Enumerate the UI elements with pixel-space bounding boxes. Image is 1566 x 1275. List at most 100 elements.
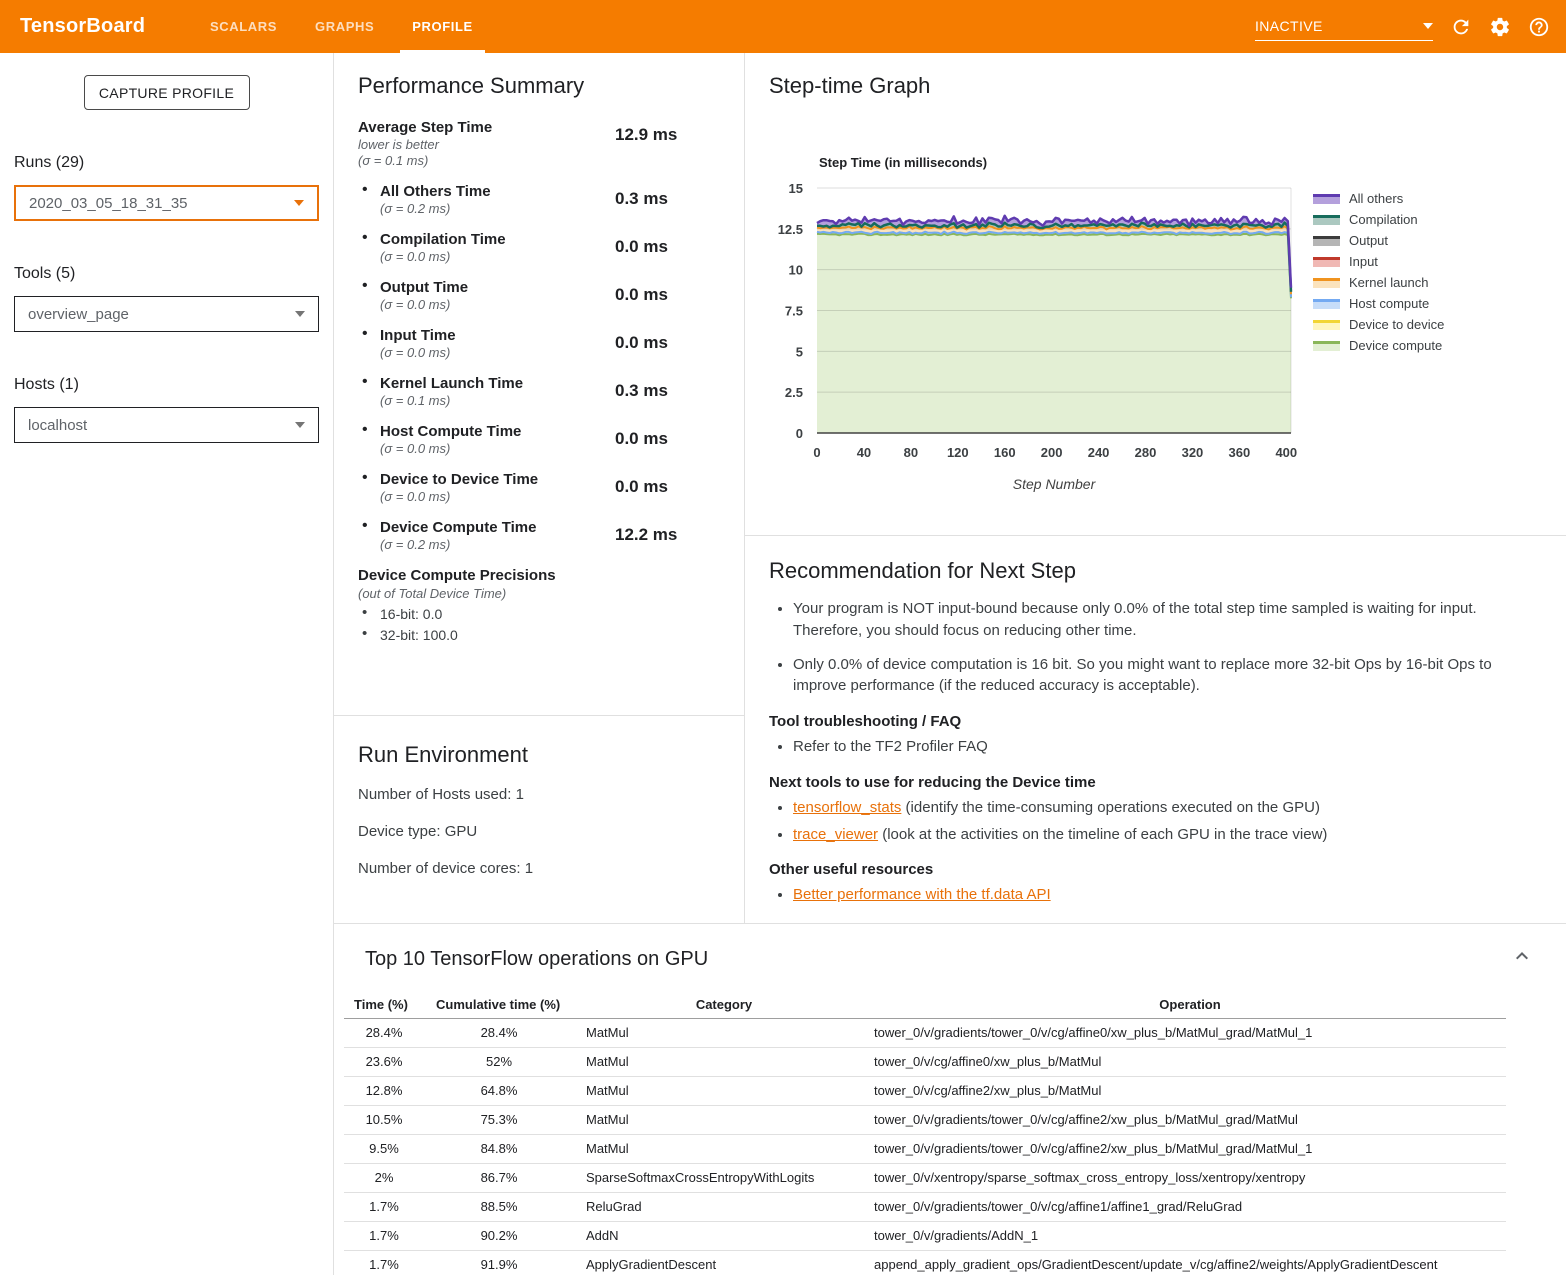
table-row: 9.5%84.8%MatMultower_0/v/gradients/tower… bbox=[344, 1134, 1506, 1163]
settings-gear-icon[interactable] bbox=[1489, 16, 1511, 38]
op-operation: append_apply_gradient_ops/GradientDescen… bbox=[874, 1250, 1506, 1275]
metric-sigma: (σ = 0.2 ms) bbox=[380, 201, 615, 216]
legend-swatch bbox=[1313, 215, 1340, 225]
op-cumulative: 86.7% bbox=[424, 1163, 574, 1192]
area-device-compute bbox=[817, 234, 1291, 433]
legend-item-device-compute: Device compute bbox=[1313, 335, 1444, 356]
metric-label: Average Step Time bbox=[358, 119, 615, 136]
performance-summary-section: Performance Summary Average Step Timelow… bbox=[334, 53, 744, 716]
op-time: 9.5% bbox=[344, 1134, 424, 1163]
op-category: AddN bbox=[574, 1221, 874, 1250]
perf-metric-kernel-launch-time: Kernel Launch Time(σ = 0.1 ms)0.3 ms bbox=[358, 375, 720, 408]
run-environment-title: Run Environment bbox=[358, 742, 720, 768]
chevron-down-icon bbox=[295, 422, 305, 428]
rec-item-text: (identify the time-consuming operations … bbox=[901, 799, 1320, 816]
metric-value: 0.0 ms bbox=[615, 333, 720, 360]
metric-sigma: (σ = 0.1 ms) bbox=[358, 153, 615, 168]
col-header-cumulative-time: Cumulative time (%) bbox=[424, 991, 574, 1018]
help-icon[interactable] bbox=[1528, 16, 1550, 38]
op-operation: tower_0/v/gradients/tower_0/v/cg/affine1… bbox=[874, 1192, 1506, 1221]
run-environment-section: Run Environment Number of Hosts used: 1 … bbox=[334, 716, 744, 923]
op-cumulative: 28.4% bbox=[424, 1018, 574, 1047]
perf-metric-compilation-time: Compilation Time(σ = 0.0 ms)0.0 ms bbox=[358, 231, 720, 264]
capture-profile-button[interactable]: CAPTURE PROFILE bbox=[84, 75, 250, 110]
tab-profile[interactable]: PROFILE bbox=[400, 0, 485, 53]
recommendation-section: Recommendation for Next Step Your progra… bbox=[745, 536, 1566, 906]
legend-item-output: Output bbox=[1313, 230, 1444, 251]
legend-swatch bbox=[1313, 341, 1340, 351]
rec-section-heading-tool-troubleshooting-faq: Tool troubleshooting / FAQ bbox=[769, 713, 1542, 730]
op-time: 10.5% bbox=[344, 1105, 424, 1134]
op-time: 1.7% bbox=[344, 1192, 424, 1221]
runs-select-value: 2020_03_05_18_31_35 bbox=[29, 195, 188, 212]
x-tick-label: 0 bbox=[813, 445, 820, 460]
op-cumulative: 64.8% bbox=[424, 1076, 574, 1105]
status-select-value: INACTIVE bbox=[1255, 18, 1323, 34]
metric-sigma: (σ = 0.0 ms) bbox=[380, 345, 615, 360]
metric-label: Output Time bbox=[380, 279, 615, 296]
op-category: ApplyGradientDescent bbox=[574, 1250, 874, 1275]
runs-select[interactable]: 2020_03_05_18_31_35 bbox=[14, 185, 319, 221]
perf-metric-label-block: Device Compute Time(σ = 0.2 ms) bbox=[358, 519, 615, 552]
link-better-performance-with-the-tf-data-api[interactable]: Better performance with the tf.data API bbox=[793, 886, 1051, 903]
op-cumulative: 84.8% bbox=[424, 1134, 574, 1163]
metric-label: All Others Time bbox=[380, 183, 615, 200]
perf-metric-label-block: Output Time(σ = 0.0 ms) bbox=[358, 279, 615, 312]
link-tensorflow-stats[interactable]: tensorflow_stats bbox=[793, 799, 901, 816]
app-header: TensorBoard SCALARS GRAPHS PROFILE INACT… bbox=[0, 0, 1566, 53]
metric-label: Input Time bbox=[380, 327, 615, 344]
legend-swatch bbox=[1313, 278, 1340, 288]
op-time: 1.7% bbox=[344, 1250, 424, 1275]
op-cumulative: 90.2% bbox=[424, 1221, 574, 1250]
x-tick-label: 80 bbox=[904, 445, 918, 460]
tools-select[interactable]: overview_page bbox=[14, 296, 319, 332]
tab-graphs[interactable]: GRAPHS bbox=[303, 0, 386, 53]
chart-legend: All othersCompilationOutputInputKernel l… bbox=[1313, 188, 1444, 356]
reload-icon[interactable] bbox=[1450, 16, 1472, 38]
collapse-chevron-up-icon[interactable] bbox=[1510, 944, 1534, 968]
op-time: 1.7% bbox=[344, 1221, 424, 1250]
y-tick-label: 2.5 bbox=[785, 385, 803, 400]
recommendation-bullet: Your program is NOT input-bound because … bbox=[793, 598, 1542, 642]
tools-group: Tools (5) overview_page bbox=[0, 265, 333, 332]
y-tick-label: 10 bbox=[789, 263, 803, 278]
legend-label: Output bbox=[1349, 233, 1388, 248]
x-tick-label: 400 bbox=[1275, 445, 1297, 460]
perf-metric-label-block: All Others Time(σ = 0.2 ms) bbox=[358, 183, 615, 216]
performance-summary-title: Performance Summary bbox=[358, 73, 720, 99]
op-cumulative: 52% bbox=[424, 1047, 574, 1076]
rec-section-item: trace_viewer (look at the activities on … bbox=[793, 824, 1542, 846]
op-time: 12.8% bbox=[344, 1076, 424, 1105]
legend-swatch bbox=[1313, 236, 1340, 246]
metric-value: 12.9 ms bbox=[615, 125, 720, 168]
rec-section-item: Better performance with the tf.data API bbox=[793, 884, 1542, 906]
top-ops-title: Top 10 TensorFlow operations on GPU bbox=[365, 948, 1536, 971]
legend-label: Device to device bbox=[1349, 317, 1444, 332]
device-cores-line: Number of device cores: 1 bbox=[358, 860, 720, 877]
link-trace-viewer[interactable]: trace_viewer bbox=[793, 826, 878, 843]
rec-item-text: (look at the activities on the timeline … bbox=[878, 826, 1327, 843]
legend-label: Kernel launch bbox=[1349, 275, 1429, 290]
op-operation: tower_0/v/gradients/tower_0/v/cg/affine0… bbox=[874, 1018, 1506, 1047]
hosts-select[interactable]: localhost bbox=[14, 407, 319, 443]
perf-metric-label-block: Device to Device Time(σ = 0.0 ms) bbox=[358, 471, 615, 504]
tools-select-value: overview_page bbox=[28, 306, 129, 323]
perf-metric-input-time: Input Time(σ = 0.0 ms)0.0 ms bbox=[358, 327, 720, 360]
metric-label: Device Compute Time bbox=[380, 519, 615, 536]
op-cumulative: 91.9% bbox=[424, 1250, 574, 1275]
status-select[interactable]: INACTIVE bbox=[1255, 13, 1433, 41]
top-ops-section: Top 10 TensorFlow operations on GPU Time… bbox=[334, 923, 1566, 1275]
rec-section-heading-other-useful-resources: Other useful resources bbox=[769, 861, 1542, 878]
op-category: ReluGrad bbox=[574, 1192, 874, 1221]
x-tick-label: 40 bbox=[857, 445, 871, 460]
y-tick-label: 0 bbox=[796, 426, 803, 441]
tab-scalars[interactable]: SCALARS bbox=[198, 0, 289, 53]
metric-label: Host Compute Time bbox=[380, 423, 615, 440]
metric-label: Kernel Launch Time bbox=[380, 375, 615, 392]
rec-section-item: Refer to the TF2 Profiler FAQ bbox=[793, 736, 1542, 758]
metric-value: 0.0 ms bbox=[615, 285, 720, 312]
rec-section-item: tensorflow_stats (identify the time-cons… bbox=[793, 797, 1542, 819]
op-category: MatMul bbox=[574, 1105, 874, 1134]
op-operation: tower_0/v/gradients/tower_0/v/cg/affine2… bbox=[874, 1134, 1506, 1163]
table-row: 1.7%90.2%AddNtower_0/v/gradients/AddN_1 bbox=[344, 1221, 1506, 1250]
